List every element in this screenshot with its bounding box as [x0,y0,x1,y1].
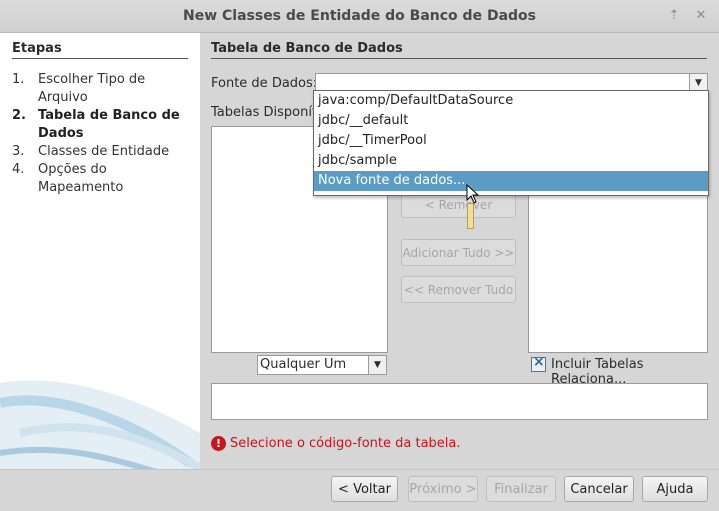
window-title: New Classes de Entidade do Banco de Dado… [182,8,536,24]
step-label: Opções do Mapeamento [38,162,124,195]
close-icon[interactable]: ✕ [693,8,709,24]
steps-list: 1. Escolher Tipo de Arquivo 2. Tabela de B… [12,71,192,197]
page-title: Tabela de Banco de Dados [211,41,403,56]
step-item: 1. Escolher Tipo de Arquivo [12,71,192,107]
title-divider [211,58,707,59]
footer-divider [0,469,719,470]
wizard-window: Etapas 1. Escolher Tipo de Arquivo 2. Tabe… [0,33,719,511]
step-item-current: 2. Tabela de Banco de Dados [12,107,192,143]
tooltip-marker [467,203,474,229]
dropdown-option-selected[interactable]: Nova fonte de dados... [314,171,708,191]
filter-combo[interactable]: Qualquer Um ▼ [257,355,387,375]
step-item: 3. Classes de Entidade [12,143,192,161]
finish-button[interactable]: Finalizar [486,476,556,502]
step-number: 4. [12,162,25,177]
dropdown-option[interactable]: jdbc/sample [314,151,708,171]
remove-all-button[interactable]: << Remover Tudo [401,276,516,303]
dropdown-option[interactable]: jdbc/__default [314,111,708,131]
next-button[interactable]: Próximo > [408,476,478,502]
add-all-button[interactable]: Adicionar Tudo >> [401,239,516,266]
dropdown-option[interactable]: jdbc/__TimerPool [314,131,708,151]
step-item: 4. Opções do Mapeamento [12,161,192,197]
step-number: 2. [12,108,26,123]
dropdown-option[interactable]: java:comp/DefaultDataSource [314,91,708,111]
steps-panel: Etapas 1. Escolher Tipo de Arquivo 2. Tabe… [0,33,200,469]
maximize-icon[interactable]: ⇡ [666,8,682,24]
messages-area [211,383,708,420]
step-label: Tabela de Banco de Dados [38,108,180,141]
steps-divider [12,58,188,59]
step-label: Escolher Tipo de Arquivo [38,72,146,105]
datasource-dropdown[interactable]: java:comp/DefaultDataSource jdbc/__defau… [313,90,709,196]
datasource-label: Fonte de Dados: [211,76,318,91]
cancel-button[interactable]: Cancelar [564,476,634,502]
filter-value: Qualquer Um [260,357,347,372]
step-number: 1. [12,72,25,87]
mouse-pointer-icon [466,184,480,204]
error-message: Selecione o código-fonte da tabela. [230,436,461,451]
steps-heading: Etapas [12,41,62,56]
include-related-checkbox[interactable] [531,354,546,372]
step-label: Classes de Entidade [38,144,170,159]
title-bar: New Classes de Entidade do Banco de Dado… [0,0,719,33]
back-button[interactable]: < Voltar [331,476,398,502]
step-number: 3. [12,144,25,159]
chevron-down-icon[interactable]: ▼ [368,356,386,374]
wizard-swirl-graphic [0,380,200,469]
help-button[interactable]: Ajuda [642,476,708,502]
error-icon: ! [211,436,226,451]
